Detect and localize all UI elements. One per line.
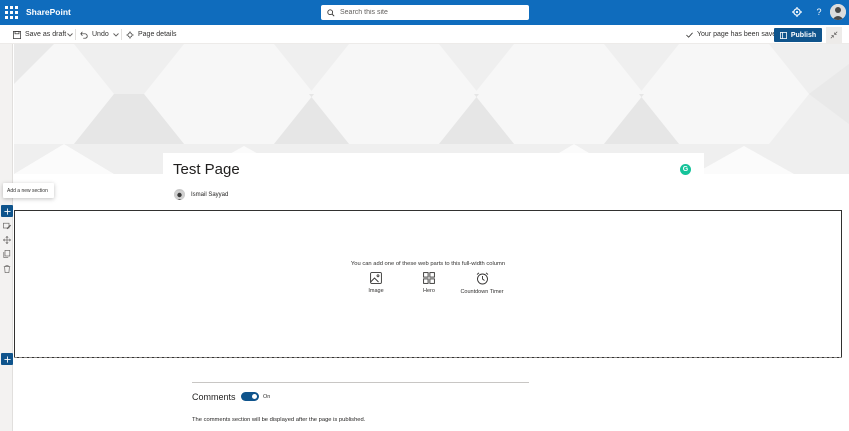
saved-status-text: Your page has been saved: [697, 31, 781, 38]
left-toolbar: [0, 44, 13, 431]
undo-label: Undo: [92, 31, 109, 38]
web-part-image[interactable]: Image: [346, 272, 406, 294]
avatar[interactable]: [830, 4, 846, 20]
add-section-button[interactable]: [1, 205, 13, 217]
image-icon: [370, 272, 382, 284]
help-icon[interactable]: ?: [813, 6, 825, 18]
publish-label: Publish: [790, 31, 817, 39]
plus-icon: [3, 207, 11, 215]
add-section-button[interactable]: [1, 353, 13, 365]
saved-status: Your page has been saved: [686, 29, 780, 40]
publish-button[interactable]: Publish: [774, 28, 822, 42]
collapse-button[interactable]: [826, 27, 842, 43]
chevron-down-icon[interactable]: [67, 33, 73, 37]
grammarly-icon[interactable]: G: [680, 164, 691, 175]
comments-title: Comments: [192, 392, 236, 402]
collapse-icon: [830, 31, 838, 39]
plus-icon: [3, 355, 11, 363]
author-name[interactable]: Ismail Sayyad: [191, 192, 228, 198]
edit-icon: [3, 222, 11, 230]
delete-section-button[interactable]: [2, 264, 12, 274]
chevron-down-icon[interactable]: [113, 33, 119, 37]
search-box[interactable]: [321, 5, 529, 20]
suite-bar: SharePoint ?: [0, 0, 849, 25]
gear-icon: [126, 30, 134, 39]
comments-note: The comments section will be displayed a…: [192, 417, 366, 423]
divider: [121, 29, 122, 40]
save-as-draft-label: Save as draft: [25, 31, 67, 38]
section-hint: You can add one of these web parts to th…: [350, 261, 506, 267]
save-as-draft-button[interactable]: Save as draft: [13, 29, 66, 40]
gear-icon[interactable]: [791, 6, 803, 18]
web-part-countdown-timer[interactable]: Countdown Timer: [452, 272, 512, 295]
publish-icon: [779, 31, 787, 39]
comments-divider: [192, 382, 529, 383]
duplicate-section-button[interactable]: [2, 249, 12, 259]
trash-icon: [3, 265, 11, 273]
move-section-button[interactable]: [2, 235, 12, 245]
comments-toggle-label: On: [263, 394, 271, 400]
page-title[interactable]: Test Page: [173, 161, 240, 178]
timer-icon: [476, 272, 488, 285]
move-icon: [3, 236, 11, 244]
save-icon: [13, 30, 21, 39]
undo-button[interactable]: Undo: [80, 29, 109, 40]
web-part-label: Hero: [423, 288, 435, 294]
app-name[interactable]: SharePoint: [26, 7, 71, 17]
checkmark-icon: [686, 32, 693, 38]
author-avatar: [174, 189, 185, 200]
web-part-label: Image: [368, 288, 384, 294]
page-details-label: Page details: [138, 31, 177, 38]
edit-section-button[interactable]: [2, 221, 12, 231]
search-icon: [327, 8, 335, 17]
search-input[interactable]: [340, 9, 520, 16]
comments-toggle[interactable]: [241, 392, 259, 401]
undo-icon: [80, 31, 88, 39]
hero-icon: [423, 272, 435, 284]
add-section-tooltip: Add a new section: [3, 183, 54, 198]
command-bar: Save as draft Undo Page details Your pag…: [0, 25, 849, 44]
page-details-button[interactable]: Page details: [126, 29, 177, 40]
title-area[interactable]: Test Page G Ismail Sayyad: [163, 153, 704, 207]
divider: [75, 29, 76, 40]
waffle-icon[interactable]: [5, 6, 18, 19]
section-divider: [14, 356, 842, 358]
full-width-section[interactable]: You can add one of these web parts to th…: [14, 210, 842, 358]
web-part-label: Countdown Timer: [460, 289, 504, 295]
copy-icon: [3, 250, 11, 258]
web-part-hero[interactable]: Hero: [399, 272, 459, 294]
